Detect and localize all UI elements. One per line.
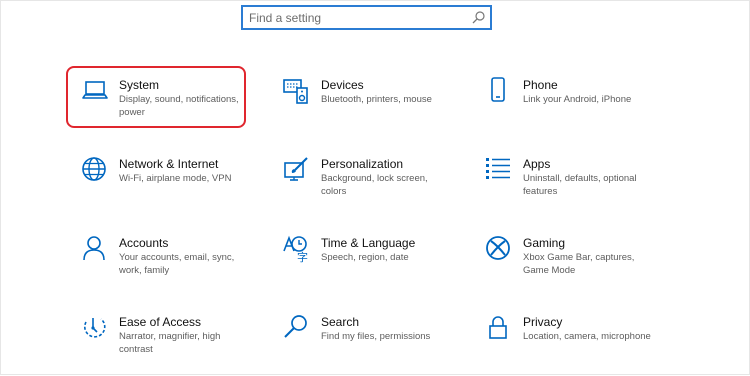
phone-icon bbox=[491, 77, 505, 102]
paintbrush-icon bbox=[284, 157, 308, 181]
tile-title: Ease of Access bbox=[119, 315, 202, 329]
apps-list-icon bbox=[486, 158, 510, 179]
person-icon bbox=[83, 236, 105, 261]
tile-title: Devices bbox=[321, 78, 364, 92]
tile-gaming[interactable]: Gaming Xbox Game Bar, captures, Game Mod… bbox=[485, 235, 685, 297]
tile-description: Location, camera, microphone bbox=[523, 331, 651, 342]
tile-accounts[interactable]: Accounts Your accounts, email, sync, wor… bbox=[81, 235, 281, 297]
tile-description: Bluetooth, printers, mouse bbox=[321, 94, 432, 105]
tile-title: Privacy bbox=[523, 315, 563, 329]
tile-ease-of-access[interactable]: Ease of Access Narrator, magnifier, high… bbox=[81, 314, 281, 376]
tile-title: Gaming bbox=[523, 236, 566, 250]
highlight-outline bbox=[66, 66, 246, 128]
tile-description: Find my files, permissions bbox=[321, 331, 431, 342]
search-input[interactable] bbox=[249, 10, 469, 26]
tile-search[interactable]: Search Find my files, permissions bbox=[283, 314, 483, 376]
tile-title: Personalization bbox=[321, 157, 404, 171]
ease-of-access-icon bbox=[83, 318, 106, 338]
lock-icon bbox=[489, 316, 507, 339]
search-icon bbox=[284, 315, 307, 338]
tile-description: Uninstall, defaults, optional features bbox=[523, 173, 637, 197]
tile-description: Your accounts, email, sync, work, family bbox=[119, 252, 235, 276]
svg-text:字: 字 bbox=[297, 250, 308, 263]
tile-network[interactable]: Network & Internet Wi-Fi, airplane mode,… bbox=[81, 156, 281, 218]
tile-description: Wi-Fi, airplane mode, VPN bbox=[119, 173, 232, 184]
search-box[interactable] bbox=[241, 5, 492, 30]
tile-phone[interactable]: Phone Link your Android, iPhone bbox=[485, 77, 685, 139]
tile-apps[interactable]: Apps Uninstall, defaults, optional featu… bbox=[485, 156, 685, 218]
tile-privacy[interactable]: Privacy Location, camera, microphone bbox=[485, 314, 685, 376]
tile-description: Background, lock screen, colors bbox=[321, 173, 428, 197]
tile-personalization[interactable]: Personalization Background, lock screen,… bbox=[283, 156, 483, 218]
tile-description: Speech, region, date bbox=[321, 252, 409, 263]
tile-title: Search bbox=[321, 315, 360, 329]
tile-description: Xbox Game Bar, captures, Game Mode bbox=[523, 252, 635, 276]
tile-title: Time & Language bbox=[321, 236, 416, 250]
tile-description: Link your Android, iPhone bbox=[523, 94, 632, 105]
tile-title: Phone bbox=[523, 78, 558, 92]
tile-description: Narrator, magnifier, high contrast bbox=[119, 331, 221, 355]
tile-title: Accounts bbox=[119, 236, 169, 250]
devices-icon bbox=[283, 79, 308, 104]
tile-title: Apps bbox=[523, 157, 551, 171]
time-language-icon: 字 bbox=[283, 235, 308, 263]
search-icon[interactable] bbox=[470, 10, 486, 26]
tile-devices[interactable]: Devices Bluetooth, printers, mouse bbox=[283, 77, 483, 139]
tile-title: Network & Internet bbox=[119, 157, 219, 171]
globe-icon bbox=[82, 157, 106, 181]
tile-time-language[interactable]: 字 Time & Language Speech, region, date bbox=[283, 235, 483, 297]
xbox-icon bbox=[486, 236, 510, 260]
